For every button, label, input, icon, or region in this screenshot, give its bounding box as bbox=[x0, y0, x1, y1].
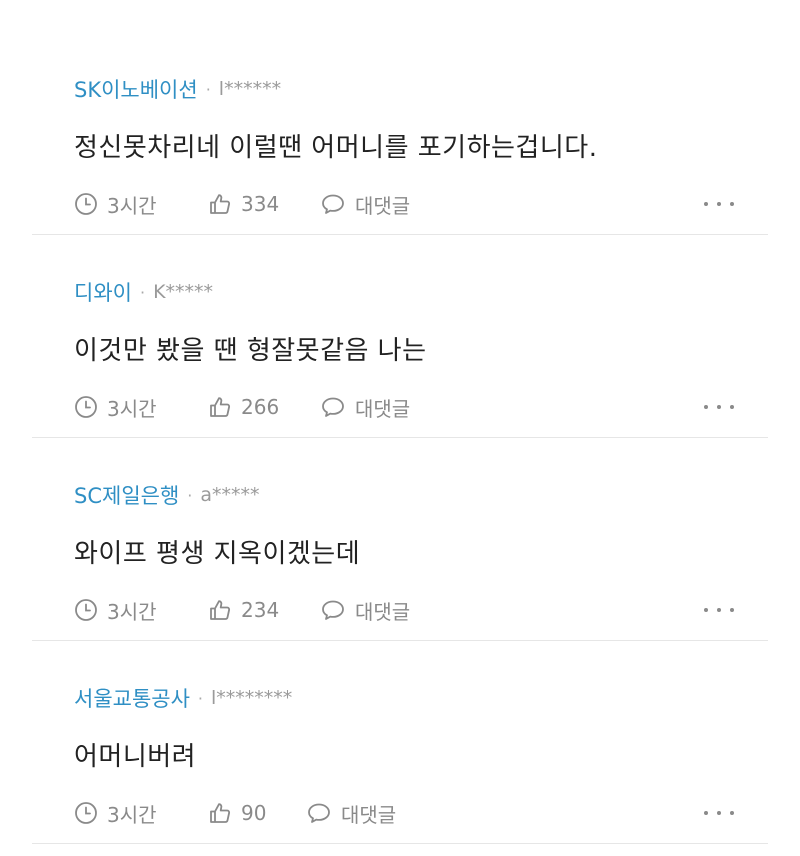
comment-meta: SC제일은행 · a***** bbox=[74, 480, 260, 510]
thumbs-up-icon bbox=[210, 194, 231, 214]
like-button[interactable]: 266 bbox=[208, 395, 320, 419]
reply-label: 대댓글 bbox=[355, 599, 411, 624]
user-id: K***** bbox=[153, 281, 214, 303]
like-count: 334 bbox=[241, 192, 280, 216]
reply-label: 대댓글 bbox=[355, 193, 411, 218]
comment-actions: 3시간 90 대댓글 bbox=[74, 795, 734, 831]
comment-item: SC제일은행 · a***** 와이프 평생 지옥이겠는데 3시간 234 대댓… bbox=[0, 426, 800, 629]
thumbs-up-icon bbox=[210, 397, 231, 417]
meta-separator: · bbox=[187, 485, 193, 505]
more-options-button[interactable] bbox=[704, 194, 734, 214]
reply-button[interactable]: 대댓글 bbox=[320, 596, 410, 625]
more-dots-icon bbox=[704, 202, 708, 206]
company-name[interactable]: 디와이 bbox=[74, 277, 132, 307]
comment-item: SK이노베이션 · l****** 정신못차리네 이럴땐 어머니를 포기하는겁니… bbox=[0, 20, 800, 223]
like-count: 90 bbox=[241, 801, 267, 825]
timestamp: 3시간 bbox=[74, 799, 208, 828]
time-label: 3시간 bbox=[107, 396, 157, 421]
more-dots-icon bbox=[704, 405, 708, 409]
thumbs-up-icon bbox=[210, 803, 231, 823]
meta-separator: · bbox=[205, 79, 211, 99]
company-name[interactable]: 서울교통공사 bbox=[74, 683, 190, 713]
comment-text: 이것만 봤을 땐 형잘못같음 나는 bbox=[74, 336, 427, 366]
reply-button[interactable]: 대댓글 bbox=[320, 393, 410, 422]
reply-label: 대댓글 bbox=[355, 396, 411, 421]
time-label: 3시간 bbox=[107, 193, 157, 218]
comment-actions: 3시간 334 대댓글 bbox=[74, 186, 734, 222]
clock-icon bbox=[75, 802, 97, 824]
more-options-button[interactable] bbox=[704, 600, 734, 620]
comment-meta: SK이노베이션 · l****** bbox=[74, 74, 281, 104]
time-label: 3시간 bbox=[107, 802, 157, 827]
comment-meta: 서울교통공사 · l******** bbox=[74, 683, 292, 713]
clock-icon bbox=[75, 193, 97, 215]
comment-text: 어머니버려 bbox=[74, 742, 197, 772]
more-options-button[interactable] bbox=[704, 803, 734, 823]
user-id: l****** bbox=[218, 78, 282, 100]
clock-icon bbox=[75, 396, 97, 418]
comment-meta: 디와이 · K***** bbox=[74, 277, 213, 307]
comment-list: SK이노베이션 · l****** 정신못차리네 이럴땐 어머니를 포기하는겁니… bbox=[0, 0, 800, 856]
divider bbox=[32, 843, 768, 844]
like-count: 234 bbox=[241, 598, 280, 622]
company-name[interactable]: SC제일은행 bbox=[74, 480, 179, 510]
user-id: a***** bbox=[200, 484, 260, 506]
comment-actions: 3시간 234 대댓글 bbox=[74, 592, 734, 628]
like-button[interactable]: 90 bbox=[208, 801, 306, 825]
time-label: 3시간 bbox=[107, 599, 157, 624]
like-button[interactable]: 234 bbox=[208, 598, 320, 622]
clock-icon bbox=[75, 599, 97, 621]
comment-item: 디와이 · K***** 이것만 봤을 땐 형잘못같음 나는 3시간 266 대… bbox=[0, 223, 800, 426]
meta-separator: · bbox=[197, 688, 204, 708]
like-button[interactable]: 334 bbox=[208, 192, 320, 216]
comment-item: 서울교통공사 · l******** 어머니버려 3시간 90 대댓글 bbox=[0, 629, 800, 832]
speech-bubble-icon bbox=[322, 194, 344, 214]
comment-text: 정신못차리네 이럴땐 어머니를 포기하는겁니다. bbox=[74, 133, 598, 163]
comment-text: 와이프 평생 지옥이겠는데 bbox=[74, 539, 361, 569]
reply-button[interactable]: 대댓글 bbox=[306, 799, 396, 828]
company-name[interactable]: SK이노베이션 bbox=[74, 74, 198, 104]
reply-label: 대댓글 bbox=[341, 802, 397, 827]
thumbs-up-icon bbox=[210, 600, 231, 620]
speech-bubble-icon bbox=[322, 397, 344, 417]
meta-separator: · bbox=[139, 282, 146, 302]
speech-bubble-icon bbox=[322, 600, 344, 620]
comment-actions: 3시간 266 대댓글 bbox=[74, 389, 734, 425]
user-id: l******** bbox=[211, 687, 293, 709]
more-dots-icon bbox=[704, 811, 708, 815]
timestamp: 3시간 bbox=[74, 393, 208, 422]
reply-button[interactable]: 대댓글 bbox=[320, 190, 410, 219]
timestamp: 3시간 bbox=[74, 596, 208, 625]
speech-bubble-icon bbox=[308, 803, 330, 823]
timestamp: 3시간 bbox=[74, 190, 208, 219]
like-count: 266 bbox=[241, 395, 280, 419]
more-dots-icon bbox=[704, 608, 708, 612]
more-options-button[interactable] bbox=[704, 397, 734, 417]
